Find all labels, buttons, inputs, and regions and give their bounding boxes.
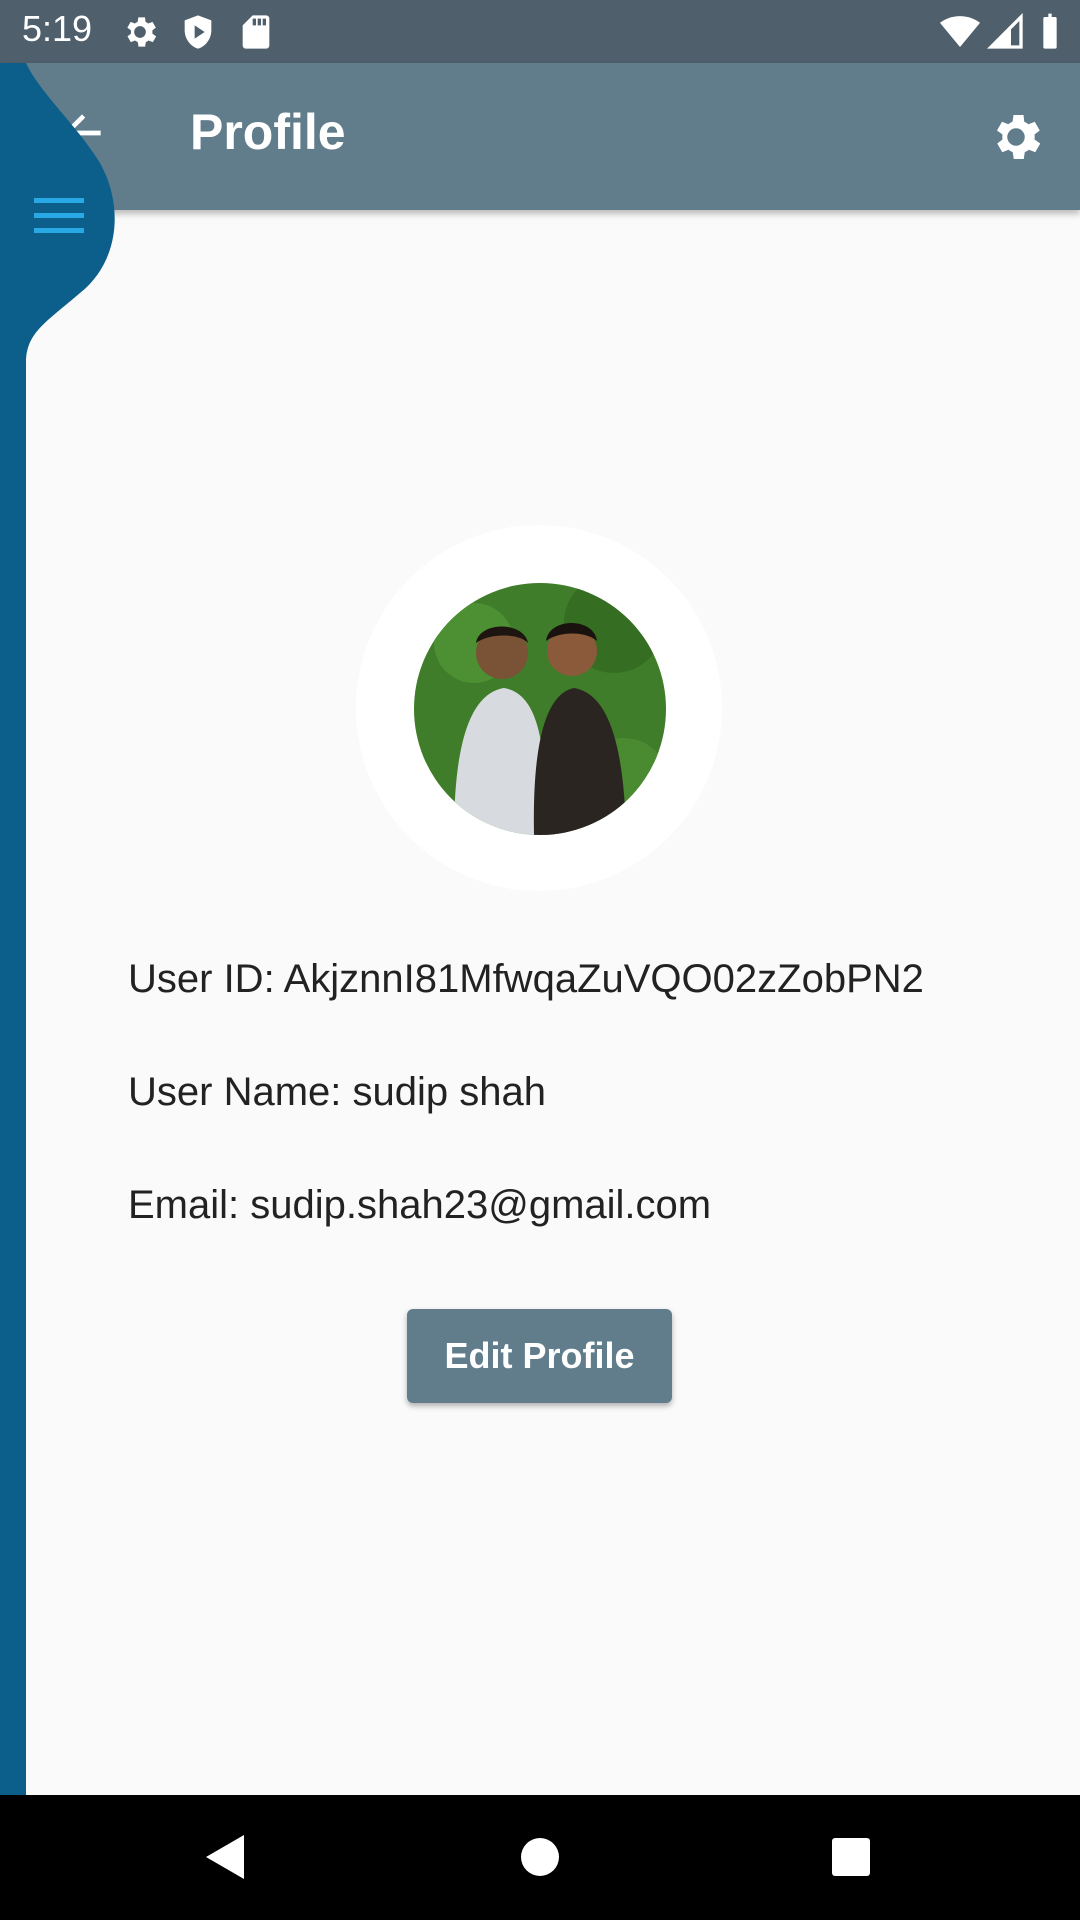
home-circle-icon[interactable]	[510, 1827, 570, 1887]
signal-icon	[986, 12, 1023, 49]
battery-icon	[1043, 13, 1057, 49]
hamburger-menu-icon[interactable]	[32, 196, 86, 236]
settings-icon	[127, 17, 157, 47]
email-text: Email: sudip.shah23@gmail.com	[128, 1183, 712, 1227]
settings-gear-icon[interactable]	[986, 107, 1046, 167]
wifi-icon	[940, 16, 980, 47]
user-name-text: User Name: sudip shah	[128, 1070, 546, 1114]
status-bar: 5:19	[0, 0, 1080, 63]
avatar[interactable]	[414, 583, 666, 835]
shield-icon	[184, 15, 212, 49]
recents-square-icon[interactable]	[821, 1827, 881, 1887]
status-time: 5:19	[22, 8, 93, 49]
profile-photo	[414, 583, 666, 835]
edit-profile-button[interactable]: Edit Profile	[407, 1309, 672, 1403]
app-bar: Profile	[0, 63, 1080, 210]
user-id-text: User ID: AkjznnI81MfwqaZuVQO02zZobPN2	[128, 957, 924, 1001]
page-title: Profile	[190, 104, 346, 160]
sd-card-icon	[242, 15, 270, 49]
back-triangle-icon[interactable]	[196, 1827, 256, 1887]
system-nav-bar	[0, 1795, 1080, 1920]
